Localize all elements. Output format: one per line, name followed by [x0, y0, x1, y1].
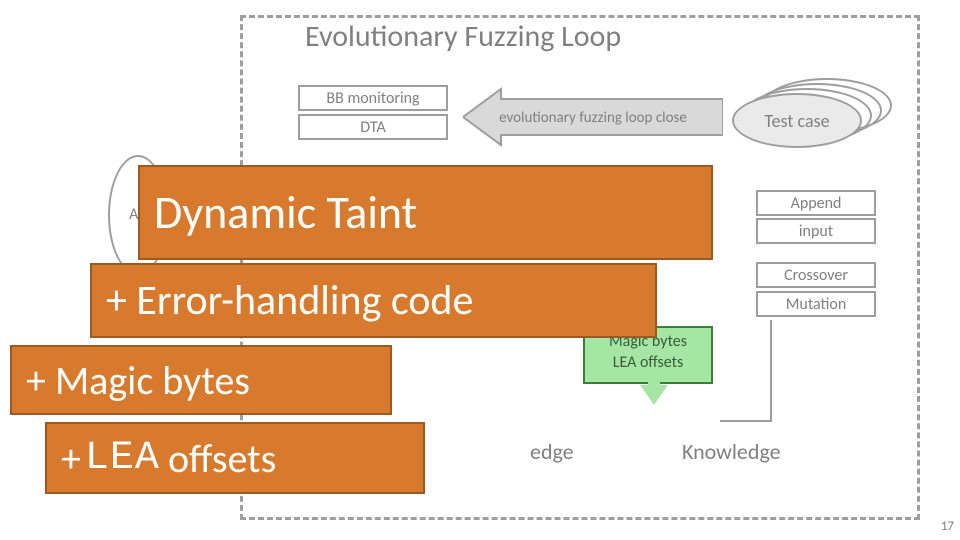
bg-box-bb-monitoring: BB monitoring	[298, 85, 448, 111]
test-case-label: Test case	[764, 110, 829, 132]
route-line-1	[770, 320, 772, 420]
bg-box-crossover: Crossover	[756, 262, 876, 288]
overlay-dynamic-taint-label: Dynamic Taint	[154, 185, 417, 241]
lea-offsets-line: LEA offsets	[585, 353, 711, 374]
overlay-magic-bytes: + Magic bytes	[10, 345, 392, 415]
bg-box-mutation: Mutation	[756, 291, 876, 317]
green-arrow-head	[640, 385, 668, 405]
bg-box-dta: DTA	[298, 114, 448, 140]
knowledge-label: Knowledge	[682, 438, 781, 465]
overlay-error-handling: + Error-handling code	[90, 263, 657, 338]
overlay-lea-prefix: +	[61, 434, 81, 483]
loop-close-arrow: evolutionary fuzzing loop close	[463, 85, 723, 150]
loop-close-arrow-label: evolutionary fuzzing loop close	[499, 109, 687, 127]
bg-box-append: Append	[756, 190, 876, 216]
route-line-2	[720, 420, 772, 422]
page-number: 17	[941, 519, 954, 534]
overlay-lea-mono: LEA	[85, 436, 160, 481]
loop-title: Evolutionary Fuzzing Loop	[305, 18, 621, 55]
test-case-oval: Test case	[732, 93, 862, 148]
knowledge-label-partial: edge	[530, 438, 574, 465]
overlay-lea-offsets: + LEA offsets	[45, 422, 425, 494]
overlay-error-handling-label: + Error-handling code	[106, 275, 473, 326]
overlay-lea-suffix: offsets	[168, 434, 276, 483]
overlay-dynamic-taint: Dynamic Taint	[138, 165, 713, 260]
bg-box-append-input: input	[756, 218, 876, 244]
overlay-magic-bytes-label: + Magic bytes	[26, 356, 250, 405]
